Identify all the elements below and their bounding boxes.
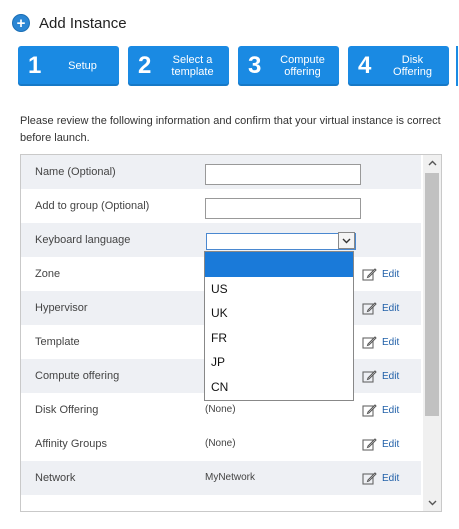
row-label: Keyboard language [35,234,131,246]
name-input[interactable] [205,164,361,185]
edit-pencil-icon [362,438,377,451]
group-input[interactable] [205,198,361,219]
edit-button[interactable]: Edit [362,437,399,452]
dialog-header: + Add Instance [12,12,127,34]
page-title: Add Instance [39,14,127,32]
edit-pencil-icon [362,302,377,315]
step-label: Select a template [171,54,214,78]
row-label: Network [35,472,76,484]
step-label: Compute offering [280,54,325,78]
edit-label: Edit [382,371,400,382]
edit-pencil-icon [362,336,377,349]
step-label: Setup [68,60,97,72]
edit-button[interactable]: Edit [362,403,399,418]
row-affinity-groups: Affinity Groups (None) Edit [21,427,421,461]
edit-label: Edit [382,337,400,348]
edit-label: Edit [382,269,400,280]
chevron-down-icon[interactable] [338,232,355,249]
row-label: Affinity Groups [35,438,107,450]
row-label: Add to group (Optional) [35,200,150,212]
scroll-up-icon[interactable] [423,155,441,171]
edit-pencil-icon [362,404,377,417]
row-value: (None) [205,438,236,449]
step-number: 2 [138,52,152,79]
edit-button[interactable]: Edit [362,471,399,486]
edit-label: Edit [382,405,400,416]
step-number: 1 [28,52,42,79]
row-label: Template [35,336,80,348]
dropdown-option-uk[interactable]: UK [205,301,353,326]
row-name: Name (Optional) [21,155,421,189]
edit-label: Edit [382,303,400,314]
edit-button[interactable]: Edit [362,369,399,384]
step-label: Disk Offering [393,54,432,78]
vertical-scrollbar[interactable] [423,155,441,511]
scroll-down-icon[interactable] [423,495,441,511]
row-label: Disk Offering [35,404,99,416]
add-circle-icon: + [12,14,30,32]
row-label: Zone [35,268,61,280]
row-partial [21,495,421,511]
row-label: Hypervisor [35,302,88,314]
edit-pencil-icon [362,268,377,281]
dropdown-option-blank[interactable] [205,252,353,277]
wizard-steps: 1 Setup 2 Select a template 3 Compute of… [18,46,458,86]
row-group: Add to group (Optional) [21,189,421,223]
step-select-template[interactable]: 2 Select a template [128,46,229,86]
edit-button[interactable]: Edit [362,267,399,282]
dropdown-option-fr[interactable]: FR [205,326,353,351]
row-label: Compute offering [35,370,120,382]
review-instructions: Please review the following information … [20,115,441,144]
edit-label: Edit [382,473,400,484]
dropdown-option-jp[interactable]: JP [205,350,353,375]
edit-pencil-icon [362,472,377,485]
edit-label: Edit [382,439,400,450]
edit-button[interactable]: Edit [362,335,399,350]
keyboard-language-select[interactable] [206,233,356,250]
row-label: Name (Optional) [35,166,116,178]
scrollbar-thumb[interactable] [425,173,439,416]
step-disk-offering[interactable]: 4 Disk Offering [348,46,449,86]
row-network: Network MyNetwork Edit [21,461,421,495]
row-value: MyNetwork [205,472,256,483]
keyboard-language-dropdown: US UK FR JP CN [204,251,354,401]
dropdown-option-us[interactable]: US [205,277,353,302]
edit-button[interactable]: Edit [362,301,399,316]
dropdown-option-cn[interactable]: CN [205,375,353,400]
edit-pencil-icon [362,370,377,383]
step-setup[interactable]: 1 Setup [18,46,119,86]
step-number: 3 [248,52,262,79]
step-compute-offering[interactable]: 3 Compute offering [238,46,339,86]
step-number: 4 [358,52,372,79]
